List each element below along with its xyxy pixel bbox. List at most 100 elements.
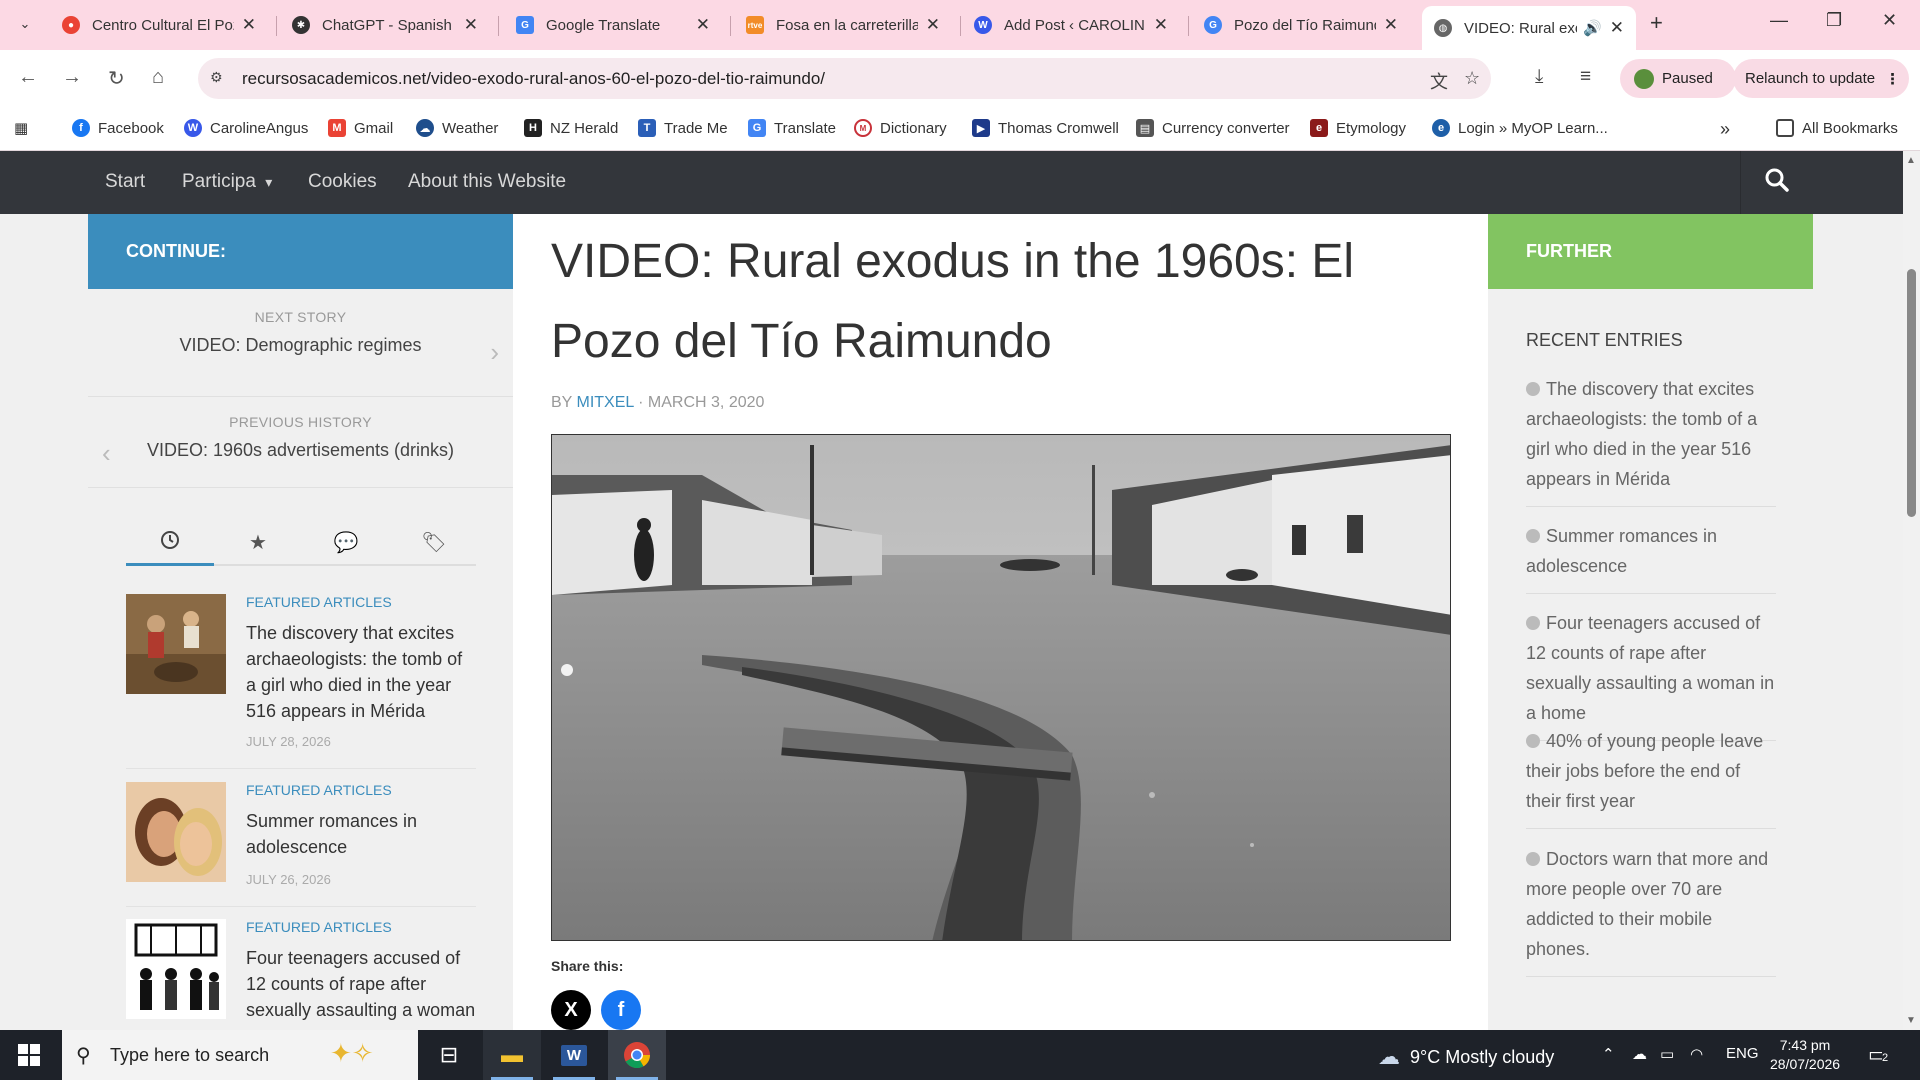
article-title[interactable]: Four teenagers accused of 12 counts of r… [246, 945, 476, 1023]
list-item[interactable]: 40% of young people leave their jobs bef… [1526, 726, 1776, 829]
close-icon[interactable]: ✕ [696, 15, 710, 35]
windows-start-icon[interactable] [18, 1044, 40, 1066]
kebab-menu-icon[interactable]: ⋮ [1885, 70, 1900, 88]
tab-search-button[interactable]: ⌄ [12, 11, 38, 37]
relaunch-button[interactable]: Relaunch to update ⋮ [1733, 59, 1909, 98]
recent-entry-link[interactable]: The discovery that excites archaeologist… [1526, 379, 1757, 489]
search-icon[interactable] [1764, 167, 1790, 200]
bookmarks-overflow-icon[interactable]: » [1720, 119, 1730, 140]
translate-page-icon[interactable]: 文 [1430, 68, 1448, 94]
close-icon[interactable]: ✕ [464, 15, 478, 35]
site-info-icon[interactable]: ⚙ [210, 69, 230, 89]
back-arrow-icon[interactable]: ← [18, 66, 38, 89]
tab-pozo-google[interactable]: G Pozo del Tío Raimundo ✕ [1192, 6, 1410, 44]
recent-entry-link[interactable]: Summer romances in adolescence [1526, 526, 1717, 576]
speaker-icon[interactable]: 🔊 [1583, 19, 1602, 37]
chevron-right-icon[interactable]: › [490, 337, 499, 368]
system-clock[interactable]: 7:43 pm 28/07/2026 [1770, 1036, 1840, 1074]
bookmark-etymology[interactable]: e Etymology [1310, 119, 1406, 137]
taskbar-search-box[interactable]: ⚲ Type here to search ✦✧ [62, 1030, 418, 1080]
bookmark-translate[interactable]: G Translate [748, 119, 836, 137]
list-item[interactable]: FEATURED ARTICLES The discovery that exc… [126, 594, 476, 769]
nav-start[interactable]: Start [105, 171, 145, 193]
url-text[interactable]: recursosacademicos.net/video-exodo-rural… [242, 69, 825, 89]
page-scrollbar[interactable]: ▲ ▼ [1903, 151, 1920, 1030]
tab-popular[interactable]: ★ [214, 530, 302, 555]
article-thumbnail[interactable] [126, 919, 226, 1019]
chrome-icon[interactable] [608, 1030, 666, 1080]
bookmark-thomas-cromwell[interactable]: ▶ Thomas Cromwell [972, 119, 1119, 137]
cloud-sync-icon[interactable]: ☁ [1632, 1045, 1647, 1063]
list-item[interactable]: The discovery that excites archaeologist… [1526, 374, 1776, 507]
new-tab-button[interactable]: + [1650, 10, 1663, 36]
article-thumbnail[interactable] [126, 782, 226, 882]
paused-profile-button[interactable]: Paused [1620, 59, 1736, 98]
tab-add-post[interactable]: W Add Post ‹ CAROLINE ✕ [962, 6, 1180, 44]
address-bar[interactable]: ⚙ recursosacademicos.net/video-exodo-rur… [198, 58, 1491, 99]
share-x-button[interactable]: X [551, 990, 591, 1030]
file-explorer-icon[interactable]: ▬ [483, 1030, 541, 1080]
previous-story-title[interactable]: VIDEO: 1960s advertisements (drinks) [88, 440, 513, 461]
apps-grid-icon[interactable]: ▦ [14, 119, 28, 137]
weather-widget[interactable]: ☁ 9°C Mostly cloudy [1378, 1044, 1554, 1070]
tab-recent[interactable] [126, 530, 214, 556]
download-icon[interactable]: ⤓ [1535, 66, 1543, 88]
nav-participa[interactable]: Participa ▾ [182, 171, 272, 193]
scroll-up-icon[interactable]: ▲ [1906, 155, 1916, 166]
bookmark-gmail[interactable]: M Gmail [328, 119, 393, 137]
close-icon[interactable]: ✕ [926, 15, 940, 35]
list-item[interactable]: Four teenagers accused of 12 counts of r… [1526, 608, 1776, 741]
article-category[interactable]: FEATURED ARTICLES [246, 594, 392, 610]
author-link[interactable]: MITXEL [577, 394, 634, 411]
list-item[interactable]: FEATURED ARTICLES Summer romances in ado… [126, 782, 476, 907]
previous-story[interactable]: PREVIOUS HISTORY VIDEO: 1960s advertisem… [88, 400, 513, 488]
close-icon[interactable]: ✕ [1154, 15, 1168, 35]
recent-entry-link[interactable]: 40% of young people leave their jobs bef… [1526, 731, 1763, 811]
tab-fosa[interactable]: rtve Fosa en la carreterilla ✕ [734, 6, 952, 44]
tab-centro-cultural[interactable]: ● Centro Cultural El Pozo ✕ [50, 6, 268, 44]
bookmark-facebook[interactable]: f Facebook [72, 119, 164, 137]
article-category[interactable]: FEATURED ARTICLES [246, 782, 392, 798]
bookmark-carolineangus[interactable]: W CarolineAngus [184, 119, 308, 137]
next-story[interactable]: NEXT STORY VIDEO: Demographic regimes › [88, 309, 513, 397]
word-icon[interactable]: W [545, 1030, 603, 1080]
media-control-icon[interactable]: ≡ [1580, 66, 1591, 88]
scrollbar-thumb[interactable] [1907, 269, 1916, 517]
next-story-title[interactable]: VIDEO: Demographic regimes [88, 335, 513, 356]
recent-entry-link[interactable]: Doctors warn that more and more people o… [1526, 849, 1768, 959]
star-icon[interactable]: ☆ [1464, 68, 1480, 89]
article-thumbnail[interactable] [126, 594, 226, 694]
bookmark-myop-login[interactable]: e Login » MyOP Learn... [1432, 119, 1608, 137]
recent-entry-link[interactable]: Four teenagers accused of 12 counts of r… [1526, 613, 1774, 723]
tab-video-rural-exodus[interactable]: ◍ VIDEO: Rural exo 🔊 ✕ [1422, 6, 1636, 50]
bookmark-currency-converter[interactable]: ▤ Currency converter [1136, 119, 1290, 137]
wifi-icon[interactable]: ◠ [1690, 1045, 1703, 1063]
task-view-icon[interactable]: ⊟ [420, 1030, 478, 1080]
nav-cookies[interactable]: Cookies [308, 171, 377, 193]
tab-google-translate[interactable]: G Google Translate ✕ [504, 6, 722, 44]
bookmark-dictionary[interactable]: M Dictionary [854, 119, 947, 137]
article-image[interactable] [551, 434, 1451, 941]
close-icon[interactable]: ✕ [1610, 18, 1624, 38]
home-icon[interactable]: ⌂ [152, 66, 164, 89]
list-item[interactable]: Summer romances in adolescence [1526, 521, 1776, 594]
forward-arrow-icon[interactable]: → [62, 66, 82, 89]
article-category[interactable]: FEATURED ARTICLES [246, 919, 392, 935]
scroll-down-icon[interactable]: ▼ [1906, 1015, 1916, 1026]
bookmark-trade-me[interactable]: T Trade Me [638, 119, 728, 137]
close-icon[interactable]: ✕ [1384, 15, 1398, 35]
all-bookmarks[interactable]: All Bookmarks [1776, 119, 1898, 137]
article-title[interactable]: Summer romances in adolescence [246, 808, 476, 860]
tab-comments[interactable]: 💬 [302, 530, 390, 555]
window-close-icon[interactable]: ✕ [1882, 10, 1897, 31]
bookmark-weather[interactable]: ☁ Weather [416, 119, 498, 137]
language-indicator[interactable]: ENG [1726, 1045, 1759, 1062]
battery-icon[interactable]: ▭ [1660, 1045, 1674, 1063]
tab-tags[interactable]: 🏷 [390, 530, 478, 555]
reload-icon[interactable]: ↻ [108, 66, 125, 91]
share-facebook-button[interactable]: f [601, 990, 641, 1030]
article-title[interactable]: The discovery that excites archaeologist… [246, 620, 476, 724]
notifications-icon[interactable]: ▭ 2 [1868, 1042, 1889, 1067]
minimize-icon[interactable]: — [1770, 10, 1788, 31]
list-item[interactable]: Doctors warn that more and more people o… [1526, 844, 1776, 977]
